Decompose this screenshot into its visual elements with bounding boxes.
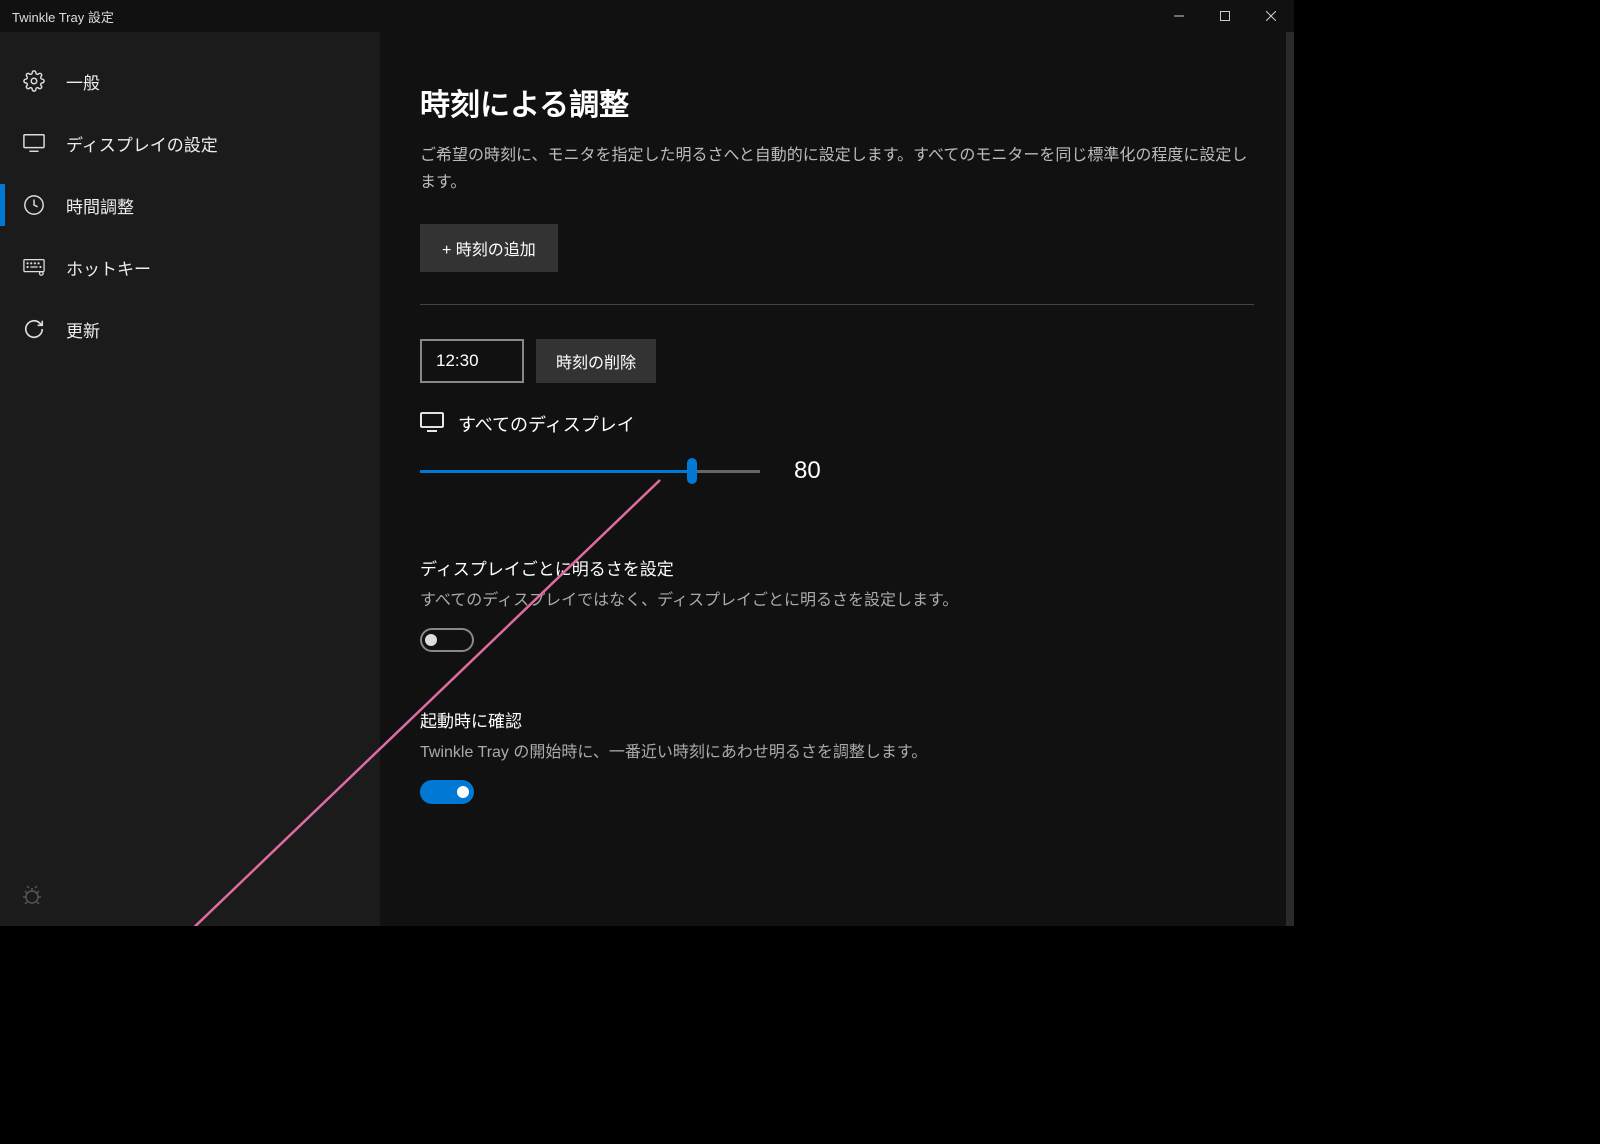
sidebar-item-updates[interactable]: 更新 — [0, 298, 380, 360]
sidebar: 一般 ディスプレイの設定 時間調整 ホットキー — [0, 32, 380, 926]
startup-check-desc: Twinkle Tray の開始時に、一番近い時刻にあわせ明るさを調整します。 — [420, 738, 1254, 762]
titlebar: Twinkle Tray 設定 — [0, 0, 1294, 32]
sidebar-item-label: 一般 — [66, 69, 100, 94]
bug-icon[interactable] — [20, 883, 44, 912]
gear-icon — [22, 69, 46, 93]
delete-time-button[interactable]: 時刻の削除 — [536, 339, 656, 383]
time-entry-row: 時刻の削除 — [420, 339, 1254, 383]
content-area: 時刻による調整 ご希望の時刻に、モニタを指定した明るさへと自動的に設定します。す… — [380, 32, 1294, 926]
time-input[interactable] — [420, 339, 524, 383]
scrollbar[interactable] — [1286, 32, 1294, 926]
sidebar-item-label: ディスプレイの設定 — [66, 131, 218, 156]
sidebar-item-label: ホットキー — [66, 255, 151, 280]
per-display-desc: すべてのディスプレイではなく、ディスプレイごとに明るさを設定します。 — [420, 586, 1254, 610]
display-icon — [420, 412, 444, 437]
brightness-slider-row: 80 — [420, 457, 1254, 485]
page-heading: 時刻による調整 — [420, 80, 1254, 124]
brightness-value: 80 — [794, 457, 821, 485]
sidebar-item-display[interactable]: ディスプレイの設定 — [0, 112, 380, 174]
divider — [420, 304, 1254, 305]
slider-fill — [420, 470, 692, 473]
display-icon — [22, 131, 46, 155]
startup-check-setting: 起動時に確認 Twinkle Tray の開始時に、一番近い時刻にあわせ明るさを… — [420, 707, 1254, 809]
all-displays-label: すべてのディスプレイ — [420, 411, 1254, 437]
per-display-title: ディスプレイごとに明るさを設定 — [420, 555, 1254, 580]
sidebar-item-time[interactable]: 時間調整 — [0, 174, 380, 236]
page-description: ご希望の時刻に、モニタを指定した明るさへと自動的に設定します。すべてのモニターを… — [420, 142, 1254, 196]
maximize-button[interactable] — [1202, 0, 1248, 32]
startup-check-title: 起動時に確認 — [420, 707, 1254, 732]
add-time-button[interactable]: + 時刻の追加 — [420, 224, 558, 272]
sidebar-item-general[interactable]: 一般 — [0, 50, 380, 112]
per-display-setting: ディスプレイごとに明るさを設定 すべてのディスプレイではなく、ディスプレイごとに… — [420, 555, 1254, 657]
keyboard-icon — [22, 255, 46, 279]
settings-window: Twinkle Tray 設定 一般 — [0, 0, 1294, 926]
display-label-text: すべてのディスプレイ — [458, 411, 635, 437]
sidebar-item-hotkeys[interactable]: ホットキー — [0, 236, 380, 298]
slider-thumb[interactable] — [687, 458, 697, 484]
clock-icon — [22, 193, 46, 217]
window-controls — [1156, 0, 1294, 32]
close-button[interactable] — [1248, 0, 1294, 32]
sidebar-item-label: 時間調整 — [66, 193, 134, 218]
sidebar-item-label: 更新 — [66, 317, 100, 342]
startup-check-toggle[interactable] — [420, 780, 474, 804]
per-display-toggle[interactable] — [420, 628, 474, 652]
minimize-button[interactable] — [1156, 0, 1202, 32]
brightness-slider[interactable] — [420, 459, 760, 483]
window-title: Twinkle Tray 設定 — [12, 7, 114, 26]
body: 一般 ディスプレイの設定 時間調整 ホットキー — [0, 32, 1294, 926]
refresh-icon — [22, 317, 46, 341]
